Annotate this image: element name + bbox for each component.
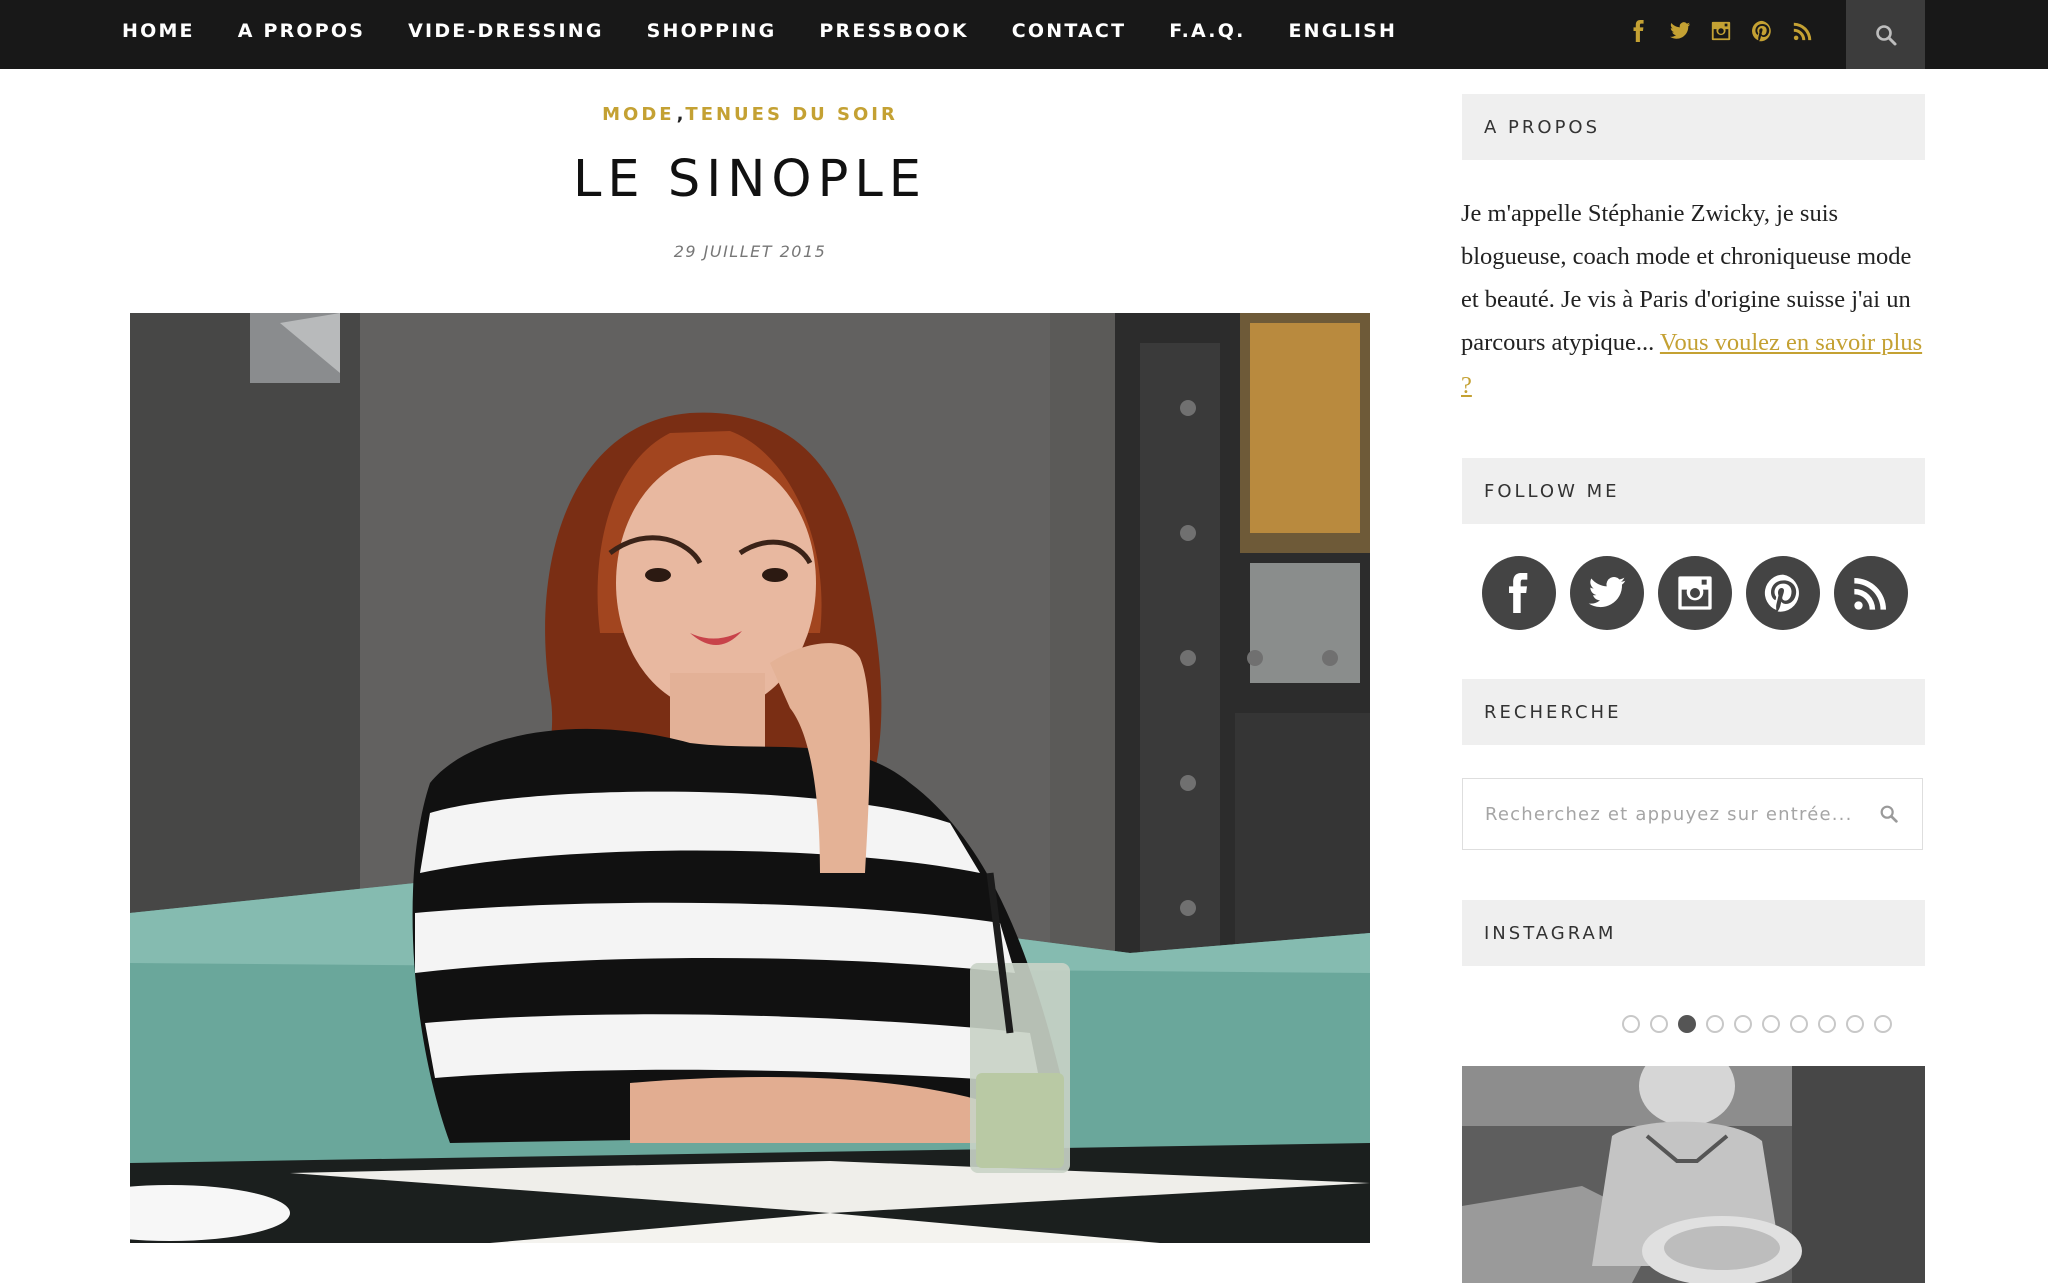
slider-dot-10[interactable] xyxy=(1874,1015,1892,1033)
slider-dot-2[interactable] xyxy=(1650,1015,1668,1033)
slider-dot-3[interactable] xyxy=(1678,1015,1696,1033)
sidebar: A PROPOS xyxy=(1462,94,1925,160)
follow-me-icons xyxy=(1482,556,1908,630)
slider-dot-6[interactable] xyxy=(1762,1015,1780,1033)
post-date: 29 JUILLET 2015 xyxy=(673,242,827,261)
sidebar-search-box xyxy=(1462,778,1923,850)
twitter-icon xyxy=(1588,577,1626,608)
category-link-tenues-du-soir[interactable]: TENUES DU SOIR xyxy=(685,104,897,125)
nav-item-a-propos[interactable]: A PROPOS xyxy=(238,20,365,42)
follow-rss-button[interactable] xyxy=(1834,556,1908,630)
follow-twitter-button[interactable] xyxy=(1570,556,1644,630)
slider-dot-4[interactable] xyxy=(1706,1015,1724,1033)
post-categories: MODE, TENUES DU SOIR xyxy=(0,104,1500,125)
nav-item-home[interactable]: HOME xyxy=(122,20,195,42)
category-link-mode[interactable]: MODE xyxy=(602,104,674,125)
widget-title-follow: FOLLOW ME xyxy=(1462,458,1925,524)
slider-dot-1[interactable] xyxy=(1622,1015,1640,1033)
nav-item-english[interactable]: ENGLISH xyxy=(1289,20,1398,42)
slider-dot-8[interactable] xyxy=(1818,1015,1836,1033)
rss-icon[interactable] xyxy=(1792,20,1814,42)
post-title: LE SINOPLE xyxy=(573,150,927,209)
widget-title-instagram: INSTAGRAM xyxy=(1462,900,1925,966)
nav-item-vide-dressing[interactable]: VIDE-DRESSING xyxy=(408,20,603,42)
category-separator: , xyxy=(676,104,684,125)
search-icon[interactable] xyxy=(1878,803,1900,825)
widget-title-search: RECHERCHE xyxy=(1462,679,1925,745)
nav-item-pressbook[interactable]: PRESSBOOK xyxy=(819,20,968,42)
top-navigation-bar: HOME A PROPOS VIDE-DRESSING SHOPPING PRE… xyxy=(0,0,2048,69)
nav-item-contact[interactable]: CONTACT xyxy=(1012,20,1127,42)
post-featured-image[interactable] xyxy=(130,313,1370,1243)
instagram-slider-dots xyxy=(1622,1015,1892,1033)
nav-item-faq[interactable]: F.A.Q. xyxy=(1169,20,1245,42)
follow-instagram-button[interactable] xyxy=(1658,556,1732,630)
twitter-icon[interactable] xyxy=(1669,20,1691,42)
facebook-icon xyxy=(1509,573,1528,613)
nav-item-shopping[interactable]: SHOPPING xyxy=(647,20,777,42)
instagram-icon[interactable] xyxy=(1710,20,1732,42)
main-menu: HOME A PROPOS VIDE-DRESSING SHOPPING PRE… xyxy=(122,0,1440,62)
rss-icon xyxy=(1854,578,1886,610)
slider-dot-9[interactable] xyxy=(1846,1015,1864,1033)
slider-dot-5[interactable] xyxy=(1734,1015,1752,1033)
header-search-button[interactable] xyxy=(1846,0,1925,69)
slider-dot-7[interactable] xyxy=(1790,1015,1808,1033)
search-icon xyxy=(1875,24,1896,45)
facebook-icon[interactable] xyxy=(1628,20,1650,42)
instagram-icon xyxy=(1678,576,1712,610)
follow-pinterest-button[interactable] xyxy=(1746,556,1820,630)
header-social-links xyxy=(1628,0,1814,62)
sidebar-search-input[interactable] xyxy=(1485,803,1878,825)
widget-title-about: A PROPOS xyxy=(1462,94,1925,160)
about-text: Je m'appelle Stéphanie Zwicky, je suis b… xyxy=(1461,192,1927,407)
pinterest-icon xyxy=(1764,574,1799,612)
instagram-photo[interactable] xyxy=(1462,1066,1925,1283)
pinterest-icon[interactable] xyxy=(1751,20,1773,42)
follow-facebook-button[interactable] xyxy=(1482,556,1556,630)
